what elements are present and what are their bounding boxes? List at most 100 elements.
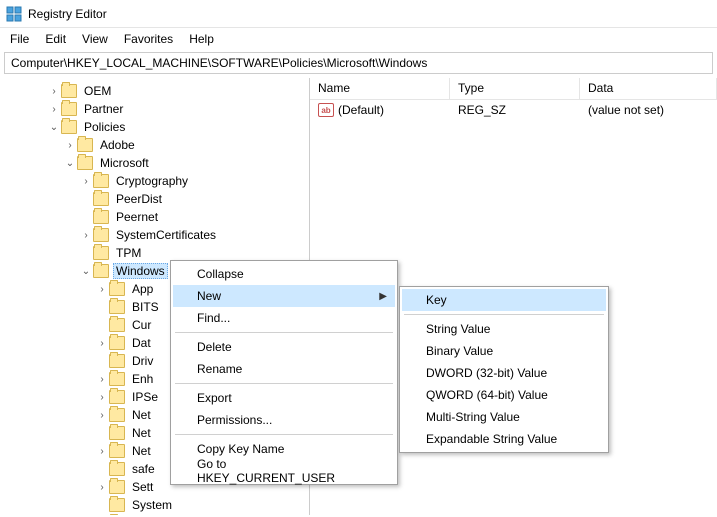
chevron-right-icon[interactable]: ›	[80, 176, 92, 187]
folder-icon	[93, 246, 109, 260]
folder-icon	[109, 336, 125, 350]
chevron-right-icon[interactable]: ›	[96, 284, 108, 295]
menu-item-label: Key	[426, 293, 447, 307]
chevron-right-icon[interactable]: ›	[48, 104, 60, 115]
col-name[interactable]: Name	[310, 78, 450, 99]
folder-icon	[109, 390, 125, 404]
chevron-right-icon[interactable]: ›	[64, 140, 76, 151]
menu-separator	[175, 383, 393, 384]
value-name: (Default)	[338, 103, 384, 117]
menu-item[interactable]: Find...	[173, 307, 395, 329]
folder-icon	[109, 372, 125, 386]
menu-item[interactable]: Collapse	[173, 263, 395, 285]
chevron-right-icon[interactable]: ›	[96, 374, 108, 385]
menu-item[interactable]: String Value	[402, 318, 606, 340]
tree-item-label: OEM	[81, 83, 114, 99]
regedit-icon	[6, 6, 22, 22]
chevron-right-icon[interactable]: ›	[96, 482, 108, 493]
chevron-down-icon[interactable]: ⌄	[64, 158, 76, 169]
tree-item-label: IPSe	[129, 389, 161, 405]
menu-item[interactable]: Key	[402, 289, 606, 311]
menu-item-label: Copy Key Name	[197, 442, 284, 456]
tree-item[interactable]: PeerDist	[0, 190, 309, 208]
menu-item-label: Expandable String Value	[426, 432, 557, 446]
menu-item[interactable]: Export	[173, 387, 395, 409]
tree-item-label: App	[129, 281, 156, 297]
folder-icon	[93, 174, 109, 188]
folder-icon	[93, 192, 109, 206]
menu-separator	[404, 314, 604, 315]
folder-icon	[61, 120, 77, 134]
menu-item[interactable]: Rename	[173, 358, 395, 380]
chevron-right-icon[interactable]: ›	[48, 86, 60, 97]
tree-item-label: Driv	[129, 353, 156, 369]
menu-item-label: Permissions...	[197, 413, 272, 427]
list-row[interactable]: ab(Default)REG_SZ(value not set)	[310, 100, 717, 120]
folder-icon	[77, 156, 93, 170]
tree-item-label: Windows	[113, 263, 168, 279]
folder-icon	[93, 210, 109, 224]
menu-item-label: Export	[197, 391, 232, 405]
chevron-right-icon[interactable]: ›	[96, 446, 108, 457]
menu-item[interactable]: Delete	[173, 336, 395, 358]
address-bar[interactable]: Computer\HKEY_LOCAL_MACHINE\SOFTWARE\Pol…	[4, 52, 713, 74]
folder-icon	[109, 300, 125, 314]
tree-item[interactable]: ⌄ Microsoft	[0, 154, 309, 172]
chevron-right-icon[interactable]: ›	[96, 392, 108, 403]
menu-item[interactable]: Expandable String Value	[402, 428, 606, 450]
chevron-right-icon[interactable]: ›	[96, 338, 108, 349]
string-value-icon: ab	[318, 103, 334, 117]
tree-item-label: Dat	[129, 335, 154, 351]
col-data[interactable]: Data	[580, 78, 717, 99]
tree-item-label: Cur	[129, 317, 154, 333]
menu-item[interactable]: Binary Value	[402, 340, 606, 362]
tree-item-label: Cryptography	[113, 173, 191, 189]
tree-item[interactable]: ›Partner	[0, 100, 309, 118]
menu-help[interactable]: Help	[181, 30, 222, 48]
tree-item[interactable]: System	[0, 496, 309, 514]
folder-icon	[109, 318, 125, 332]
folder-icon	[109, 480, 125, 494]
menu-item[interactable]: Permissions...	[173, 409, 395, 431]
menu-view[interactable]: View	[74, 30, 116, 48]
title-bar: Registry Editor	[0, 0, 717, 28]
chevron-right-icon[interactable]: ›	[96, 410, 108, 421]
chevron-down-icon[interactable]: ⌄	[80, 266, 92, 277]
tree-item[interactable]: Peernet	[0, 208, 309, 226]
tree-item[interactable]: ⌄Policies	[0, 118, 309, 136]
context-submenu-new: Key String Value Binary Value DWORD (32-bit…	[399, 286, 609, 453]
tree-item-label: safe	[129, 461, 158, 477]
menu-separator	[175, 434, 393, 435]
tree-item-label: Peernet	[113, 209, 161, 225]
tree-item[interactable]: › OEM	[0, 82, 309, 100]
tree-item[interactable]: › Cryptography	[0, 172, 309, 190]
chevron-down-icon[interactable]: ⌄	[48, 122, 60, 133]
menu-item-label: New	[197, 289, 221, 303]
tree-item[interactable]: ›WcmSvc	[0, 514, 309, 515]
menu-item[interactable]: QWORD (64-bit) Value	[402, 384, 606, 406]
col-type[interactable]: Type	[450, 78, 580, 99]
tree-item[interactable]: › SystemCertificates	[0, 226, 309, 244]
menu-item[interactable]: Multi-String Value	[402, 406, 606, 428]
menu-item[interactable]: DWORD (32-bit) Value	[402, 362, 606, 384]
menu-edit[interactable]: Edit	[37, 30, 74, 48]
context-menu: CollapseNew▶Find... Delete Rename Export Per…	[170, 260, 398, 485]
tree-item[interactable]: ›Adobe	[0, 136, 309, 154]
menu-favorites[interactable]: Favorites	[116, 30, 181, 48]
tree-item-label: Net	[129, 425, 154, 441]
menu-item[interactable]: New▶	[173, 285, 395, 307]
tree-item-label: SystemCertificates	[113, 227, 219, 243]
tree-item-label: Enh	[129, 371, 156, 387]
folder-icon	[61, 102, 77, 116]
folder-icon	[93, 264, 109, 278]
menu-file[interactable]: File	[2, 30, 37, 48]
folder-icon	[109, 354, 125, 368]
address-path: Computer\HKEY_LOCAL_MACHINE\SOFTWARE\Pol…	[11, 56, 427, 70]
tree-item-label: BITS	[129, 299, 162, 315]
menu-item-label: Binary Value	[426, 344, 493, 358]
tree-item-label: Microsoft	[97, 155, 152, 171]
menu-item[interactable]: Go to HKEY_CURRENT_USER	[173, 460, 395, 482]
menu-item-label: Delete	[197, 340, 232, 354]
list-rows: ab(Default)REG_SZ(value not set)	[310, 100, 717, 120]
chevron-right-icon[interactable]: ›	[80, 230, 92, 241]
